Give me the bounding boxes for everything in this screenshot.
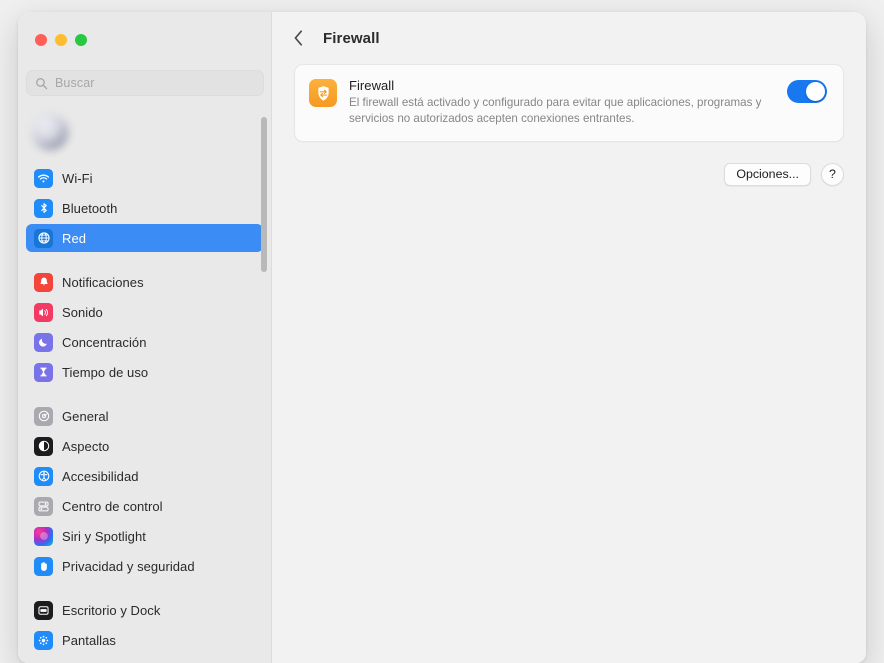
sidebar-item-sonido[interactable]: Sonido <box>26 298 263 326</box>
sidebar-item-label: Accesibilidad <box>62 468 139 484</box>
options-button[interactable]: Opciones... <box>724 162 811 186</box>
sidebar-item-escritorio-y-dock[interactable]: Escritorio y Dock <box>26 596 263 624</box>
content-header: Firewall <box>272 12 866 64</box>
sidebar-item-wifi[interactable]: Wi-Fi <box>26 164 263 192</box>
sidebar-group-desktop: Escritorio y Dock Pantallas <box>18 596 271 654</box>
sidebar-scrollbar[interactable] <box>261 117 267 272</box>
sidebar-group-divider <box>18 386 271 402</box>
zoom-button[interactable] <box>75 34 87 46</box>
back-button[interactable] <box>288 26 308 50</box>
sidebar-item-accesibilidad[interactable]: Accesibilidad <box>26 462 263 490</box>
moon-icon <box>34 332 53 352</box>
appearance-icon <box>34 436 53 456</box>
sidebar-group-network: Wi-Fi Bluetooth Red <box>18 164 271 252</box>
content-pane: Firewall Firewall El firewall está activ… <box>272 12 866 663</box>
sidebar-item-label: Escritorio y Dock <box>62 602 161 618</box>
sidebar-item-label: Red <box>62 230 86 246</box>
network-globe-icon <box>34 228 53 248</box>
bluetooth-icon <box>34 198 53 218</box>
sidebar-item-label: Sonido <box>62 304 103 320</box>
hourglass-icon <box>34 362 53 382</box>
firewall-description: El firewall está activado y configurado … <box>349 96 762 125</box>
sidebar-item-red[interactable]: Red <box>26 224 263 252</box>
gear-icon <box>34 406 53 426</box>
chevron-left-icon <box>294 30 302 46</box>
sidebar-item-label: Aspecto <box>62 438 110 454</box>
search-input[interactable]: Buscar <box>26 70 264 96</box>
sidebar-group-divider <box>18 252 271 268</box>
sidebar-item-label: Notificaciones <box>62 274 144 290</box>
account-subtitle <box>78 135 196 146</box>
sidebar-item-label: Centro de control <box>62 498 163 514</box>
sidebar-item-general[interactable]: General <box>26 402 263 430</box>
page-title: Firewall <box>323 29 380 47</box>
sidebar-item-privacidad-y-seguridad[interactable]: Privacidad y seguridad <box>26 552 263 580</box>
sidebar-item-notificaciones[interactable]: Notificaciones <box>26 268 263 296</box>
avatar <box>32 114 68 150</box>
sidebar-item-pantallas[interactable]: Pantallas <box>26 626 263 654</box>
sidebar: Buscar Wi-Fi Bluetooth Red Notificacione… <box>18 12 272 663</box>
accessibility-icon <box>34 466 53 486</box>
search-icon <box>36 77 48 89</box>
sidebar-item-label: Wi-Fi <box>62 170 93 186</box>
sidebar-item-label: Pantallas <box>62 632 116 648</box>
sidebar-group-divider <box>18 580 271 596</box>
wifi-icon <box>34 168 53 188</box>
account-text <box>78 119 196 146</box>
sidebar-group-system: Notificaciones Sonido Concentración Tiem… <box>18 268 271 386</box>
sidebar-item-concentracion[interactable]: Concentración <box>26 328 263 356</box>
help-button[interactable]: ? <box>821 162 844 186</box>
sidebar-item-tiempo-de-uso[interactable]: Tiempo de uso <box>26 358 263 386</box>
firewall-title: Firewall <box>349 78 395 93</box>
control-center-icon <box>34 496 53 516</box>
firewall-toggle[interactable] <box>787 80 827 103</box>
firewall-actions: Opciones... ? <box>272 142 866 186</box>
sidebar-item-label: Bluetooth <box>62 200 118 216</box>
displays-icon <box>34 630 53 650</box>
siri-icon <box>34 526 53 546</box>
sidebar-scroll-area: Wi-Fi Bluetooth Red Notificaciones Sonid… <box>18 164 271 663</box>
privacy-hand-icon <box>34 556 53 576</box>
sidebar-item-label: Privacidad y seguridad <box>62 558 195 574</box>
window-controls <box>35 34 87 46</box>
sidebar-item-aspecto[interactable]: Aspecto <box>26 432 263 460</box>
sidebar-item-label: Siri y Spotlight <box>62 528 146 544</box>
bell-icon <box>34 272 53 292</box>
sidebar-item-label: General <box>62 408 109 424</box>
firewall-card: Firewall El firewall está activado y con… <box>294 64 844 142</box>
speaker-icon <box>34 302 53 322</box>
minimize-button[interactable] <box>55 34 67 46</box>
account-row[interactable] <box>24 108 264 156</box>
account-name <box>78 119 196 131</box>
system-settings-window: Buscar Wi-Fi Bluetooth Red Notificacione… <box>18 12 866 663</box>
sidebar-group-general: General Aspecto Accesibilidad Centro de … <box>18 402 271 580</box>
desktop-dock-icon <box>34 600 53 620</box>
toggle-knob <box>805 81 826 102</box>
firewall-shield-icon <box>309 79 337 107</box>
sidebar-item-label: Concentración <box>62 334 147 350</box>
sidebar-item-centro-de-control[interactable]: Centro de control <box>26 492 263 520</box>
close-button[interactable] <box>35 34 47 46</box>
sidebar-item-label: Tiempo de uso <box>62 364 149 380</box>
search-placeholder: Buscar <box>55 76 95 90</box>
sidebar-item-siri-y-spotlight[interactable]: Siri y Spotlight <box>26 522 263 550</box>
sidebar-item-bluetooth[interactable]: Bluetooth <box>26 194 263 222</box>
firewall-card-body: Firewall El firewall está activado y con… <box>349 78 775 127</box>
